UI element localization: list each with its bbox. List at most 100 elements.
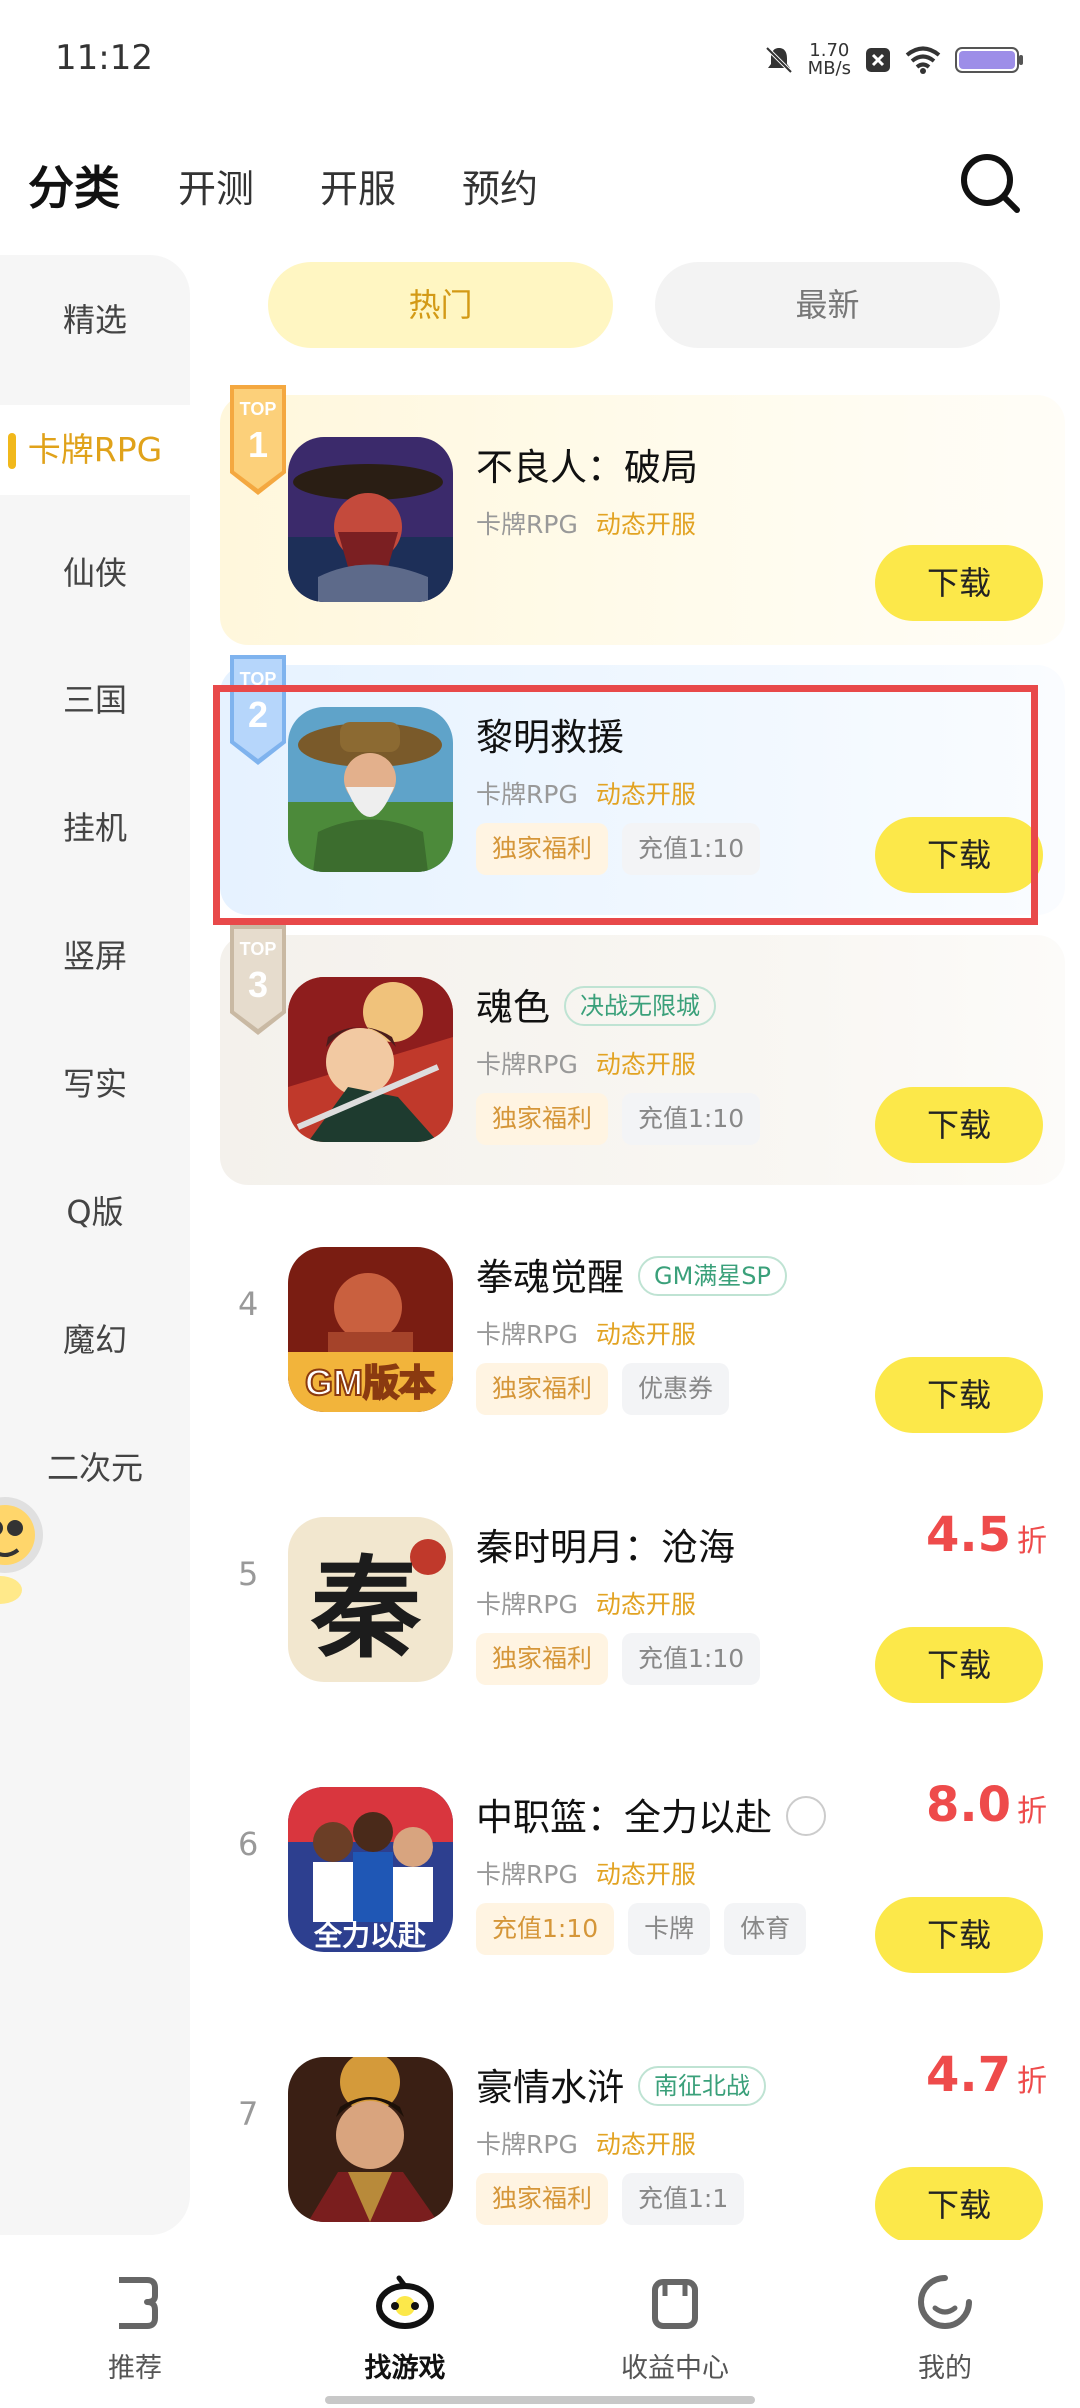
tab-reservation[interactable]: 预约 <box>462 158 538 213</box>
perk-tag: 独家福利 <box>476 1363 609 1415</box>
perk-tags: 独家福利 充值1:10 <box>476 1633 761 1685</box>
home-indicator[interactable] <box>325 2396 755 2404</box>
perk-tag: 卡牌 <box>628 1903 711 1955</box>
wifi-icon <box>905 46 941 74</box>
rank-number: 5 <box>238 1555 259 1593</box>
network-speed: 1.70 MB/s <box>807 40 851 79</box>
game-icon <box>288 977 453 1142</box>
svg-text:TOP: TOP <box>240 939 277 959</box>
battery-icon <box>955 47 1023 73</box>
perk-tag: 充值1:1 <box>622 2173 745 2225</box>
sidebar-item-chibi[interactable]: Q版 <box>0 1167 190 1257</box>
game-card[interactable]: 4 GM版本 拳魂觉醒 GM满星SP 卡牌RPG 动态开服 独家福利 优惠券 下载 <box>220 1205 1065 1455</box>
game-icon: 秦 <box>288 1517 453 1682</box>
perk-tags: 独家福利 充值1:1 <box>476 2173 745 2225</box>
game-icon: 全力以赴 <box>288 1787 453 1952</box>
download-button[interactable]: 下载 <box>875 545 1043 621</box>
perk-tag: 充值1:10 <box>622 1093 761 1145</box>
game-meta: 卡牌RPG 动态开服 <box>476 1860 696 1889</box>
svg-text:TOP: TOP <box>240 399 277 419</box>
sidebar-item-portrait[interactable]: 竖屏 <box>0 911 190 1001</box>
game-meta: 卡牌RPG 动态开服 <box>476 1590 696 1619</box>
game-title: 魂色 决战无限城 <box>476 977 716 1031</box>
game-icon <box>288 2057 453 2222</box>
svg-text:1: 1 <box>248 424 268 465</box>
game-card[interactable]: TOP 3 魂色 决战无限城 卡牌RPG 动态开服 独家福利 充值1:10 下载 <box>220 925 1065 1185</box>
game-card[interactable]: 6 全力以赴 中职篮：全力以赴 卡牌RPG 动态开服 充值1:10 卡牌 体育 8… <box>220 1745 1065 1995</box>
nav-profile[interactable]: 我的 <box>845 2240 1045 2385</box>
sidebar-item-three-kingdoms[interactable]: 三国 <box>0 655 190 745</box>
mute-icon <box>765 46 793 74</box>
download-button[interactable]: 下载 <box>875 1627 1043 1703</box>
floating-mascot-icon[interactable] <box>0 1490 60 1620</box>
perk-tags: 独家福利 优惠券 <box>476 1363 730 1415</box>
game-title: 不良人：破局 <box>476 446 698 489</box>
notification-close-icon <box>866 48 890 72</box>
wallet-icon <box>652 2279 698 2329</box>
rank-number: 7 <box>238 2095 259 2133</box>
sidebar-item-fantasy[interactable]: 魔幻 <box>0 1295 190 1385</box>
title-tag: GM满星SP <box>638 1255 788 1296</box>
info-dot-icon <box>786 1795 826 1836</box>
download-button[interactable]: 下载 <box>875 1357 1043 1433</box>
perk-tag: 独家福利 <box>476 1093 609 1145</box>
profile-icon <box>918 2275 972 2329</box>
rank-number: 6 <box>238 1825 259 1863</box>
nav-recommend[interactable]: 推荐 <box>35 2240 235 2385</box>
game-title: 豪情水浒 南征北战 <box>476 2057 766 2111</box>
discount-label: 8.0 折 <box>925 1777 1047 1833</box>
rank-number: 4 <box>238 1285 259 1323</box>
game-title: 秦时明月：沧海 <box>476 1526 735 1569</box>
game-meta: 卡牌RPG 动态开服 <box>476 1050 696 1079</box>
perk-tag: 充值1:10 <box>476 1903 615 1955</box>
tab-hot[interactable]: 热门 <box>268 262 613 348</box>
game-icon: GM版本 <box>288 1247 453 1412</box>
perk-tag: 体育 <box>724 1903 807 1955</box>
perk-tag: 独家福利 <box>476 1633 609 1685</box>
perk-tag: 充值1:10 <box>622 1633 761 1685</box>
gamepad-icon <box>376 2275 434 2329</box>
perk-tags: 充值1:10 卡牌 体育 <box>476 1903 807 1955</box>
status-icons: 1.70 MB/s <box>764 42 1025 78</box>
svg-text:全力以赴: 全力以赴 <box>313 1919 427 1952</box>
game-card[interactable]: TOP 1 不良人：破局 卡牌RPG 动态开服 下载 <box>220 385 1065 645</box>
title-tag: 南征北战 <box>638 2065 766 2106</box>
perk-tag: 独家福利 <box>476 2173 609 2225</box>
perk-tag: 优惠券 <box>622 1363 730 1415</box>
category-sidebar: 精选 卡牌RPG 仙侠 三国 挂机 竖屏 写实 Q版 魔幻 二次元 <box>0 255 190 2235</box>
sidebar-item-idle[interactable]: 挂机 <box>0 783 190 873</box>
game-meta: 卡牌RPG 动态开服 <box>476 2130 696 2159</box>
download-button[interactable]: 下载 <box>875 2167 1043 2243</box>
download-button[interactable]: 下载 <box>875 1087 1043 1163</box>
sidebar-item-xianxia[interactable]: 仙侠 <box>0 528 190 618</box>
rank-badge-top3: TOP 3 <box>230 925 286 1035</box>
svg-text:秦: 秦 <box>310 1544 422 1673</box>
highlight-box <box>213 685 1038 925</box>
rank-badge-top1: TOP 1 <box>230 385 286 495</box>
game-card[interactable]: 5 秦 秦时明月：沧海 卡牌RPG 动态开服 独家福利 充值1:10 4.5 折 下… <box>220 1475 1065 1725</box>
nav-earnings-center[interactable]: 收益中心 <box>575 2240 775 2385</box>
game-meta: 卡牌RPG 动态开服 <box>476 510 696 539</box>
active-indicator <box>8 433 16 469</box>
sidebar-item-featured[interactable]: 精选 <box>0 275 190 365</box>
svg-text:GM版本: GM版本 <box>305 1362 435 1403</box>
recommend-icon <box>119 2277 158 2329</box>
tab-open-server[interactable]: 开服 <box>320 158 396 213</box>
discount-label: 4.5 折 <box>925 1507 1047 1563</box>
game-card[interactable]: 7 豪情水浒 南征北战 卡牌RPG 动态开服 独家福利 充值1:1 4.7 折 下载 <box>220 2015 1065 2265</box>
status-bar: 11:12 1.70 MB/s <box>0 0 1080 120</box>
sidebar-item-card-rpg[interactable]: 卡牌RPG <box>0 405 190 495</box>
status-time: 11:12 <box>55 38 153 78</box>
top-nav: 分类 开测 开服 预约 <box>0 140 1080 240</box>
tab-open-test[interactable]: 开测 <box>178 158 254 213</box>
game-title: 拳魂觉醒 GM满星SP <box>476 1247 788 1301</box>
game-meta: 卡牌RPG 动态开服 <box>476 1320 696 1349</box>
sidebar-item-realistic[interactable]: 写实 <box>0 1039 190 1129</box>
game-title: 中职篮：全力以赴 <box>476 1787 826 1841</box>
tab-category[interactable]: 分类 <box>28 152 120 218</box>
tab-newest[interactable]: 最新 <box>655 262 1000 348</box>
discount-label: 4.7 折 <box>925 2047 1047 2103</box>
search-icon[interactable] <box>957 150 1025 218</box>
download-button[interactable]: 下载 <box>875 1897 1043 1973</box>
nav-find-games[interactable]: 找游戏 <box>305 2240 505 2385</box>
